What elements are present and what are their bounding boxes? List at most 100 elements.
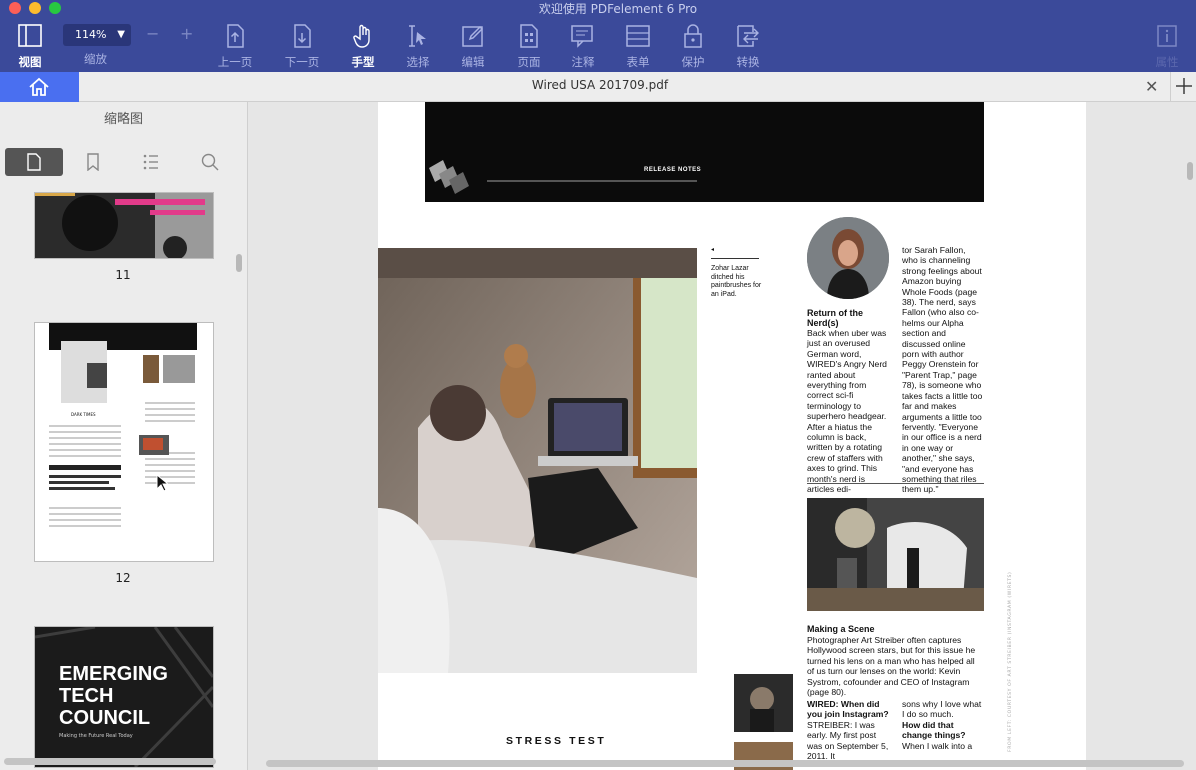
view-icon bbox=[18, 24, 42, 47]
close-tab-icon[interactable]: ✕ bbox=[1145, 77, 1158, 96]
interview-question-1: WIRED: When did you join Instagram? bbox=[807, 699, 889, 720]
tab-outline[interactable] bbox=[121, 148, 179, 176]
page-button[interactable]: 页面 bbox=[507, 24, 551, 70]
protect-label: 保护 bbox=[681, 55, 705, 69]
page-icon bbox=[520, 24, 538, 48]
home-icon bbox=[29, 77, 49, 96]
tab-bar: Wired USA 201709.pdf ✕ bbox=[0, 72, 1196, 102]
document-tab[interactable]: Wired USA 201709.pdf bbox=[440, 78, 760, 92]
thumb-headline-1: EMERGING bbox=[59, 663, 168, 685]
return-body: Back when uber was just an overused Germ… bbox=[807, 328, 887, 495]
page-thumbnail-13[interactable]: EMERGING TECH COUNCIL Making the Future … bbox=[34, 626, 214, 768]
edit-label: 编辑 bbox=[461, 55, 485, 69]
next-page-button[interactable]: 下一页 bbox=[280, 24, 324, 70]
thumbnail-sidebar: 缩略图 11 DARK TIMES 12 EMERGING TECH COUNC… bbox=[0, 102, 248, 770]
page-label: 页面 bbox=[517, 55, 541, 69]
convert-icon bbox=[737, 25, 759, 47]
bookmark-icon bbox=[87, 153, 99, 171]
protect-button[interactable]: 保护 bbox=[671, 24, 715, 70]
previous-page-button[interactable]: 上一页 bbox=[213, 24, 257, 70]
lock-icon bbox=[684, 24, 702, 48]
edit-button[interactable]: 编辑 bbox=[451, 24, 495, 70]
release-notes-banner: RELEASE NOTES bbox=[425, 102, 984, 202]
page-number-12: 12 bbox=[115, 571, 131, 585]
zoom-out-button[interactable]: − bbox=[146, 24, 159, 43]
next-page-label: 下一页 bbox=[284, 55, 320, 69]
tab-thumbnails[interactable] bbox=[5, 148, 63, 176]
banner-rule bbox=[487, 180, 697, 182]
author-portrait bbox=[807, 217, 889, 299]
sidebar-horizontal-scrollbar[interactable] bbox=[4, 758, 216, 765]
thumb-tagline: Making the Future Real Today bbox=[59, 733, 133, 739]
window-title: 欢迎使用 PDFelement 6 Pro bbox=[538, 2, 698, 16]
interview-answer-2: When I walk into a bbox=[902, 741, 973, 751]
pdf-page: RELEASE NOTES ◂ Zohar Lazar ditched his … bbox=[378, 102, 1086, 770]
scene-body: Photographer Art Streiber often captures… bbox=[807, 635, 976, 698]
small-photo-1-image bbox=[734, 674, 793, 732]
studio-photo bbox=[807, 498, 984, 611]
mouse-cursor-icon bbox=[156, 474, 168, 492]
interview-question-2: How did that change things? bbox=[902, 720, 966, 741]
svg-text:DARK TIMES: DARK TIMES bbox=[71, 412, 96, 417]
section-divider bbox=[807, 483, 984, 484]
previous-page-label: 上一页 bbox=[217, 55, 253, 69]
properties-button[interactable]: 属性 bbox=[1145, 24, 1189, 70]
portrait-image bbox=[807, 217, 889, 299]
hand-tool-button[interactable]: 手型 bbox=[341, 24, 385, 70]
wired-logo-icon bbox=[429, 160, 469, 194]
zoom-in-button[interactable]: + bbox=[180, 24, 193, 43]
form-label: 表单 bbox=[626, 55, 650, 69]
main-photo bbox=[378, 248, 697, 673]
document-vertical-scrollbar[interactable] bbox=[1187, 162, 1193, 180]
comment-label: 注释 bbox=[571, 55, 595, 69]
sidebar-scrollbar[interactable] bbox=[236, 254, 242, 272]
thumb-headline-3: COUNCIL bbox=[59, 707, 151, 729]
search-icon bbox=[201, 153, 219, 171]
scene-title: Making a Scene bbox=[807, 624, 875, 634]
zoom-label: 缩放 bbox=[84, 52, 107, 66]
thumbnail-image bbox=[35, 193, 213, 258]
properties-label: 属性 bbox=[1155, 55, 1179, 69]
page-thumbnail-11[interactable] bbox=[34, 192, 214, 259]
view-button[interactable]: 视图 bbox=[8, 24, 52, 70]
studio-photo-image bbox=[807, 498, 984, 611]
convert-button[interactable]: 转换 bbox=[726, 24, 770, 70]
caption-rule bbox=[711, 258, 759, 259]
form-button[interactable]: 表单 bbox=[616, 24, 660, 70]
nerd-column-continued: tor Sarah Fallon, who is channeling stro… bbox=[902, 245, 983, 495]
page-icon bbox=[27, 153, 41, 171]
zoom-value: 114% bbox=[75, 28, 107, 41]
form-icon bbox=[626, 25, 650, 47]
thumb-headline-2: TECH bbox=[59, 685, 114, 707]
page-up-icon bbox=[227, 24, 244, 48]
plus-icon bbox=[1176, 78, 1192, 94]
photo-caption: Zohar Lazar ditched his paintbrushes for… bbox=[711, 265, 762, 298]
select-cursor-icon bbox=[409, 25, 426, 47]
info-icon bbox=[1157, 25, 1177, 47]
document-viewer[interactable]: RELEASE NOTES ◂ Zohar Lazar ditched his … bbox=[248, 102, 1196, 770]
comment-button[interactable]: 注释 bbox=[561, 24, 605, 70]
select-tool-button[interactable]: 选择 bbox=[396, 24, 440, 70]
document-horizontal-scrollbar[interactable] bbox=[266, 760, 1184, 767]
tab-bookmarks[interactable] bbox=[63, 148, 121, 176]
release-notes-label: RELEASE NOTES bbox=[644, 167, 702, 173]
return-title: Return of the Nerd(s) bbox=[807, 308, 863, 329]
stress-test-heading: STRESS TEST bbox=[506, 735, 607, 747]
interview-answer-1: STREIBER: I was early. My first post was… bbox=[807, 720, 889, 762]
caption-marker: ◂ bbox=[711, 246, 715, 253]
home-button[interactable] bbox=[0, 72, 79, 102]
hand-icon bbox=[353, 24, 370, 48]
edit-icon bbox=[462, 25, 484, 47]
main-toolbar: 欢迎使用 PDFelement 6 Pro 视图 114% ▼ 缩放 − + 上… bbox=[0, 0, 1196, 72]
comment-icon bbox=[571, 25, 593, 48]
photo-man-with-cat-and-laptop bbox=[378, 248, 697, 673]
vertical-photo-credit: FROM LEFT: COURTESY OF ART STREIBER (INS… bbox=[1008, 571, 1013, 752]
tab-search[interactable] bbox=[179, 148, 237, 176]
page-thumbnail-12[interactable]: DARK TIMES bbox=[34, 322, 214, 562]
small-photo-1 bbox=[734, 674, 793, 732]
new-tab-button[interactable] bbox=[1170, 72, 1196, 101]
interview-continued: sons why I love what I do so much. bbox=[902, 699, 982, 720]
zoom-select[interactable]: 114% ▼ bbox=[63, 24, 131, 46]
view-label: 视图 bbox=[18, 55, 42, 69]
chevron-down-icon: ▼ bbox=[117, 29, 125, 40]
